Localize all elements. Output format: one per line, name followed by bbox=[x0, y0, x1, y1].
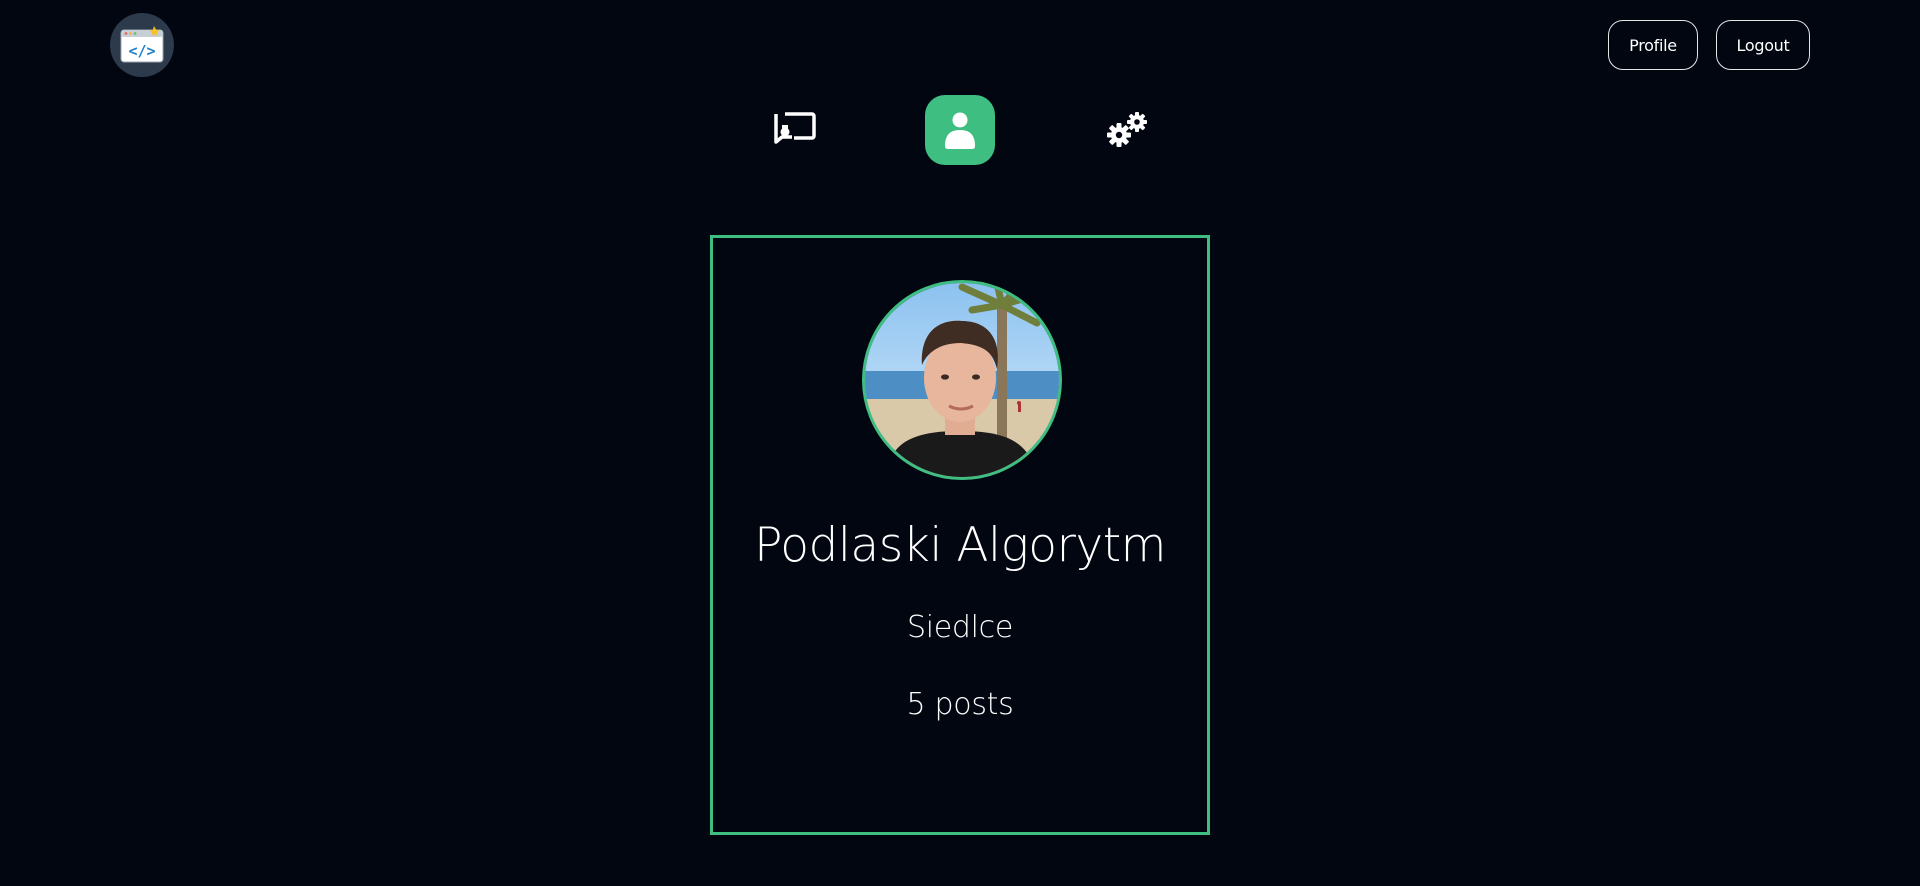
svg-text:</>: </> bbox=[128, 42, 155, 60]
profile-location: Siedlce bbox=[906, 610, 1014, 645]
tab-posts[interactable] bbox=[759, 95, 829, 165]
code-window-icon: </> bbox=[120, 26, 164, 63]
section-tabs bbox=[0, 95, 1920, 165]
profile-button[interactable]: Profile bbox=[1608, 20, 1698, 70]
tab-settings[interactable] bbox=[1092, 95, 1162, 165]
gears-icon bbox=[1107, 112, 1147, 147]
avatar-photo bbox=[865, 283, 1059, 477]
tab-profile[interactable] bbox=[925, 95, 995, 165]
posts-count: 5 posts bbox=[906, 687, 1014, 722]
profile-card: Podlaski Algorytm Siedlce 5 posts bbox=[710, 235, 1210, 835]
user-icon bbox=[945, 112, 975, 149]
avatar bbox=[862, 280, 1062, 480]
posts-icon bbox=[774, 112, 816, 144]
header-nav: Profile Logout bbox=[1608, 20, 1810, 70]
profile-name: Podlaski Algorytm bbox=[754, 518, 1166, 573]
app-logo[interactable]: </> bbox=[110, 13, 174, 77]
logout-button[interactable]: Logout bbox=[1716, 20, 1810, 70]
